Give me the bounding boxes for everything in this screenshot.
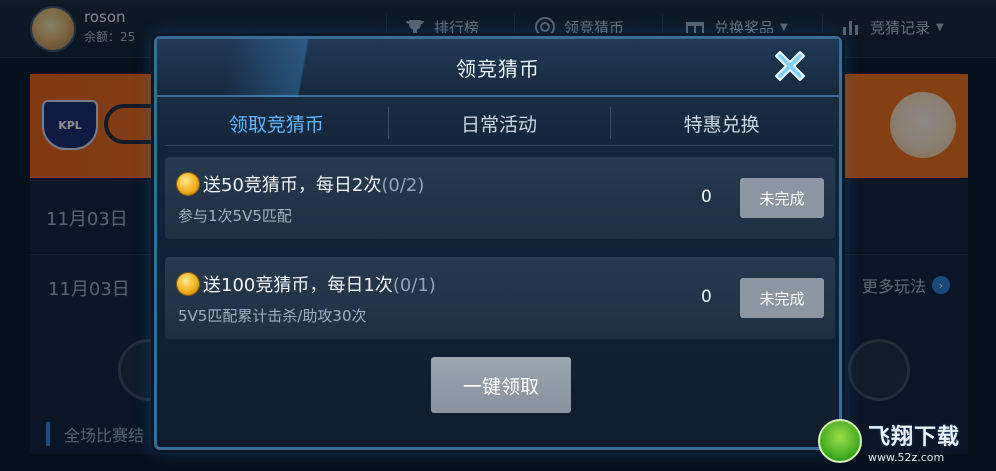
tab-daily-activities[interactable]: 日常活动 (387, 101, 611, 145)
task-title-text: 送100竞猜币，每日1次 (203, 275, 393, 296)
dialog-title: 领竞猜币 (456, 57, 540, 81)
claim-all-button[interactable]: 一键领取 (431, 357, 571, 413)
watermark-logo-icon (818, 419, 862, 463)
coin-icon (177, 273, 199, 295)
watermark-url: www.52z.com (868, 450, 945, 464)
betting-coin-dialog: 领竞猜币 领取竞猜币 日常活动 特惠兑换 送50竞猜币，每日2次(0/2) 参与… (154, 36, 842, 450)
task-title: 送100竞猜币，每日1次(0/1) (203, 271, 436, 297)
task-status-button[interactable]: 未完成 (740, 278, 824, 318)
task-item: 送100竞猜币，每日1次(0/1) 5V5匹配累计击杀/助攻30次 0 未完成 (165, 257, 835, 339)
task-status-button[interactable]: 未完成 (740, 178, 824, 218)
task-description: 参与1次5V5匹配 (178, 207, 292, 225)
coin-icon (177, 173, 199, 195)
watermark-name: 飞翔下载 (868, 424, 961, 450)
task-item: 送50竞猜币，每日2次(0/2) 参与1次5V5匹配 0 未完成 (165, 157, 835, 239)
dialog-header: 领竞猜币 (157, 39, 839, 97)
tab-bar: 领取竞猜币 日常活动 特惠兑换 (165, 101, 833, 145)
task-title: 送50竞猜币，每日2次(0/2) (203, 171, 424, 197)
task-progress: (0/2) (381, 175, 425, 196)
tab-divider (165, 145, 833, 146)
task-count: 0 (701, 187, 712, 207)
close-icon (770, 46, 810, 90)
task-count: 0 (701, 287, 712, 307)
task-progress: (0/1) (392, 275, 436, 296)
task-title-text: 送50竞猜币，每日2次 (203, 175, 382, 196)
tab-special-exchange[interactable]: 特惠兑换 (610, 101, 833, 145)
watermark-text: 飞翔下载 www.52z.com (868, 419, 960, 464)
tab-claim-coins[interactable]: 领取竞猜币 (165, 101, 388, 145)
task-description: 5V5匹配累计击杀/助攻30次 (178, 307, 367, 325)
site-watermark: 飞翔下载 www.52z.com (818, 413, 988, 469)
close-button[interactable] (769, 47, 811, 89)
